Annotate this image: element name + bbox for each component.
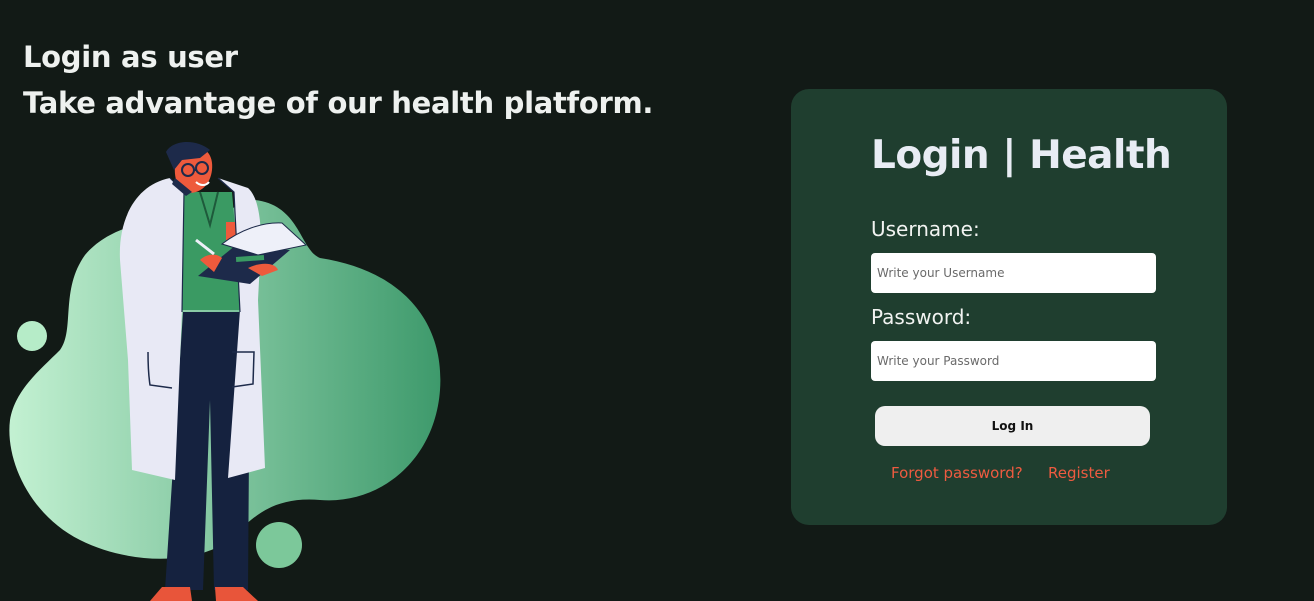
doctor-illustration bbox=[9, 141, 441, 601]
password-label: Password: bbox=[871, 305, 972, 329]
login-card: Login | Health Username: Password: Log I… bbox=[791, 89, 1227, 525]
shoe-left bbox=[150, 587, 192, 601]
register-link[interactable]: Register bbox=[1048, 464, 1110, 482]
login-button[interactable]: Log In bbox=[875, 406, 1150, 446]
bubble-left bbox=[17, 321, 47, 351]
hero-title: Login as user bbox=[23, 40, 238, 74]
shoe-right bbox=[215, 587, 258, 601]
card-title: Login | Health bbox=[871, 133, 1172, 178]
hero-heading: Login as user Take advantage of our heal… bbox=[23, 34, 653, 126]
username-input[interactable] bbox=[871, 253, 1156, 293]
bubble-bottom bbox=[256, 522, 302, 568]
password-input[interactable] bbox=[871, 341, 1156, 381]
username-label: Username: bbox=[871, 217, 980, 241]
hero-subtitle: Take advantage of our health platform. bbox=[23, 86, 654, 120]
login-page: Login as user Take advantage of our heal… bbox=[0, 0, 1314, 601]
forgot-password-link[interactable]: Forgot password? bbox=[891, 464, 1023, 482]
